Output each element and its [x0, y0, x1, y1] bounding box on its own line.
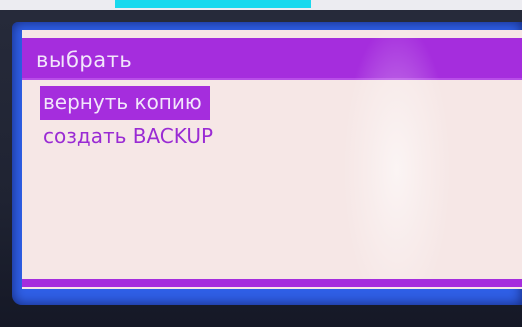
screen-bottom-bar — [22, 279, 522, 287]
device-photo: выбрать вернуть копию создать BACKUP — [0, 0, 522, 327]
menu-item-restore-row: вернуть копию — [40, 86, 340, 120]
menu-list: вернуть копию создать BACKUP — [40, 86, 340, 154]
menu-title-bar: выбрать — [22, 38, 522, 80]
menu-title: выбрать — [36, 48, 133, 72]
menu-item-create-backup[interactable]: создать BACKUP — [40, 120, 340, 154]
lcd-screen: выбрать вернуть копию создать BACKUP — [22, 30, 522, 289]
cyan-label-tag — [115, 0, 311, 8]
menu-item-restore-copy[interactable]: вернуть копию — [40, 86, 210, 120]
